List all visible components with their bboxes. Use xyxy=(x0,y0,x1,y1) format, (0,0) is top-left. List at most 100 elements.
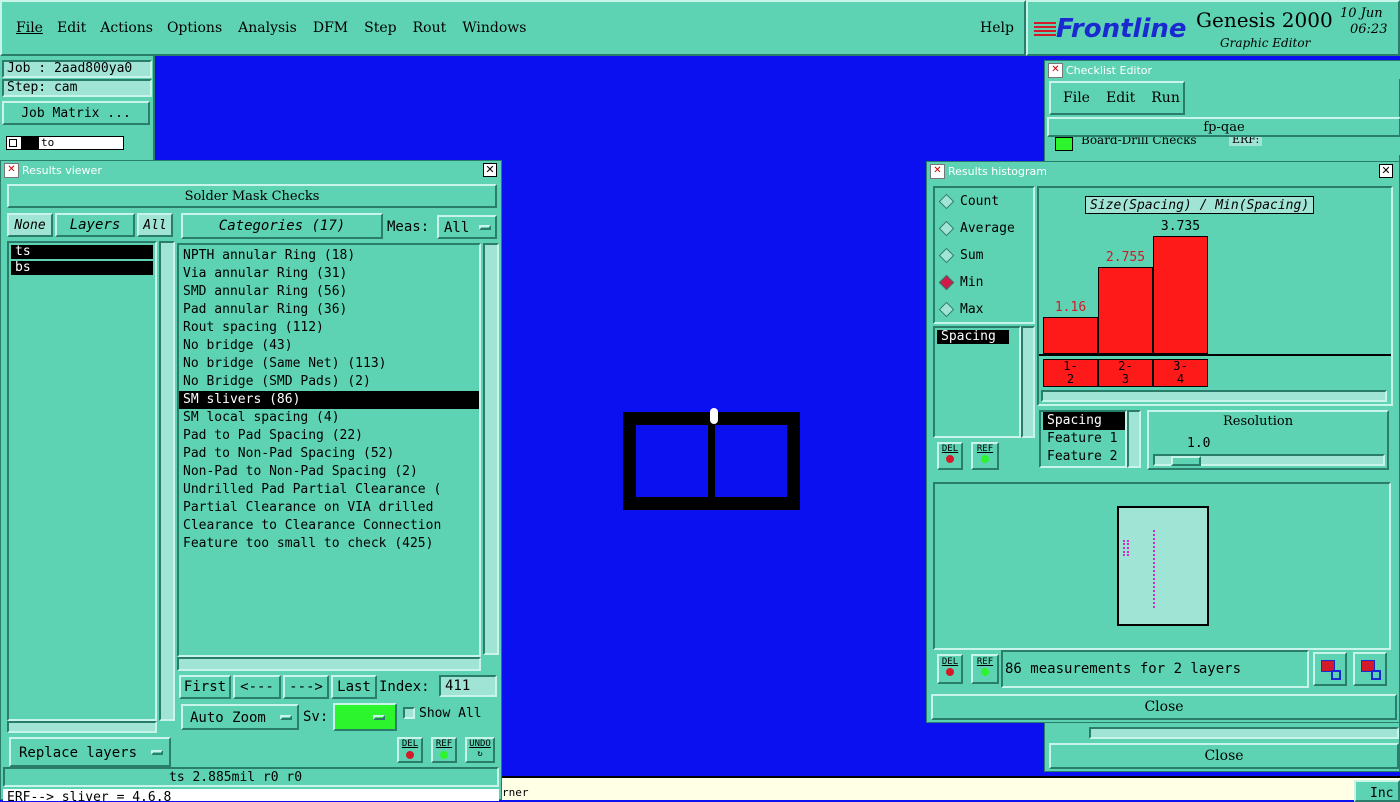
auto-zoom-select[interactable]: Auto Zoom xyxy=(181,704,299,730)
undo-icon[interactable]: UNDO ↻ xyxy=(465,737,495,763)
radio-icon[interactable] xyxy=(938,247,955,264)
prev-button[interactable]: <--- xyxy=(233,675,281,699)
menu-edit[interactable]: Edit xyxy=(57,20,86,36)
window-menu-icon[interactable]: ✕ xyxy=(1048,62,1063,78)
list-item[interactable]: Via annular Ring (31) xyxy=(179,265,479,283)
list-item[interactable]: Spacing xyxy=(1043,412,1125,430)
menu-dfm[interactable]: DFM xyxy=(313,20,348,36)
list-item[interactable]: Partial Clearance on VIA drilled xyxy=(179,499,479,517)
resolution-slider[interactable] xyxy=(1153,454,1385,466)
ref-icon[interactable]: REF xyxy=(431,737,457,763)
histogram-bar[interactable] xyxy=(1153,236,1208,354)
list-item[interactable]: Spacing xyxy=(937,330,1009,344)
menu-actions[interactable]: Actions xyxy=(100,20,153,36)
checklist-menu-file[interactable]: File xyxy=(1063,90,1090,106)
zoom-to-fit-icon[interactable] xyxy=(1313,652,1347,686)
menu-rout[interactable]: Rout xyxy=(413,20,447,36)
list-item[interactable]: bs xyxy=(11,261,153,275)
checklist-row[interactable]: Board-Drill Checks ERF: xyxy=(1051,137,1400,155)
histogram-bar[interactable] xyxy=(1043,317,1098,354)
list-item[interactable]: Feature 1 xyxy=(1043,430,1125,448)
layer-list-hscrollbar[interactable] xyxy=(7,721,157,733)
category-list[interactable]: NPTH annular Ring (18) Via annular Ring (… xyxy=(177,243,481,657)
mode-radio-min[interactable]: Min xyxy=(935,269,1033,296)
checklist-menu-edit[interactable]: Edit xyxy=(1106,90,1135,106)
next-button[interactable]: ---> xyxy=(283,675,329,699)
menu-help[interactable]: Help xyxy=(980,20,1014,36)
list-item[interactable]: No bridge (Same Net) (113) xyxy=(179,355,479,373)
slider-handle[interactable] xyxy=(1171,456,1201,466)
window-menu-icon[interactable]: ✕ xyxy=(4,162,19,178)
histogram-list-scrollbar[interactable] xyxy=(1021,326,1035,438)
del-icon[interactable]: DEL xyxy=(397,737,423,763)
checklist-close-button[interactable]: Close xyxy=(1049,743,1399,769)
mode-radio-count[interactable]: Count xyxy=(935,188,1033,215)
layer-row[interactable]: to xyxy=(6,136,124,150)
radio-icon[interactable] xyxy=(938,301,955,318)
ref-icon[interactable]: REF xyxy=(971,442,999,470)
categories-button[interactable]: Categories (17) xyxy=(181,213,383,239)
bar-category-label[interactable]: 1- 2 xyxy=(1043,359,1098,387)
menu-file[interactable]: File xyxy=(16,20,43,36)
del-icon[interactable]: DEL xyxy=(937,442,963,470)
bar-category-label[interactable]: 3- 4 xyxy=(1153,359,1208,387)
menu-options[interactable]: Options xyxy=(167,20,222,36)
axis-list[interactable]: Spacing Feature 1 Feature 2 xyxy=(1039,410,1127,468)
none-button[interactable]: None xyxy=(7,213,53,237)
list-item[interactable]: Undrilled Pad Partial Clearance ( xyxy=(179,481,479,499)
meas-select[interactable]: All xyxy=(437,215,497,239)
layer-list[interactable]: ts bs xyxy=(7,241,157,721)
checklist-hscrollbar[interactable] xyxy=(1089,727,1399,739)
menu-windows[interactable]: Windows xyxy=(462,20,526,36)
sliver-marker[interactable] xyxy=(710,408,718,424)
close-icon[interactable]: ✕ xyxy=(483,163,497,177)
histogram-close-button[interactable]: Close xyxy=(931,694,1397,720)
list-item[interactable]: SMD annular Ring (56) xyxy=(179,283,479,301)
layer-list-scrollbar[interactable] xyxy=(159,241,175,721)
list-item[interactable]: Feature 2 xyxy=(1043,448,1125,466)
del-icon[interactable]: DEL xyxy=(937,654,963,684)
layers-button[interactable]: Layers xyxy=(55,213,135,237)
sv-color-select[interactable] xyxy=(333,703,397,731)
list-item[interactable]: Pad to Non-Pad Spacing (52) xyxy=(179,445,479,463)
mode-radio-sum[interactable]: Sum xyxy=(935,242,1033,269)
radio-icon[interactable] xyxy=(938,193,955,210)
all-button[interactable]: All xyxy=(137,213,173,237)
window-menu-icon[interactable]: ✕ xyxy=(930,163,945,179)
last-button[interactable]: Last xyxy=(331,675,377,699)
axis-list-scrollbar[interactable] xyxy=(1127,410,1141,468)
list-item[interactable]: NPTH annular Ring (18) xyxy=(179,247,479,265)
menu-analysis[interactable]: Analysis xyxy=(238,20,297,36)
chart-hscrollbar[interactable] xyxy=(1041,390,1387,402)
mode-radio-average[interactable]: Average xyxy=(935,215,1033,242)
histogram-list[interactable]: Spacing xyxy=(933,326,1021,438)
list-item[interactable]: No bridge (43) xyxy=(179,337,479,355)
job-matrix-button[interactable]: Job Matrix ... xyxy=(2,101,150,125)
index-input[interactable]: 411 xyxy=(439,675,497,697)
ref-icon[interactable]: REF xyxy=(971,654,999,684)
mode-radio-max[interactable]: Max xyxy=(935,296,1033,323)
list-item[interactable]: SM local spacing (4) xyxy=(179,409,479,427)
list-item[interactable]: Non-Pad to Non-Pad Spacing (2) xyxy=(179,463,479,481)
inc-button[interactable]: Inc xyxy=(1354,780,1400,802)
list-item[interactable]: Rout spacing (112) xyxy=(179,319,479,337)
radio-icon[interactable] xyxy=(938,274,955,291)
list-item[interactable]: Feature too small to check (425) xyxy=(179,535,479,553)
radio-icon[interactable] xyxy=(938,220,955,237)
bar-category-label[interactable]: 2- 3 xyxy=(1098,359,1153,387)
list-item[interactable]: Pad to Pad Spacing (22) xyxy=(179,427,479,445)
category-list-scrollbar[interactable] xyxy=(483,243,499,655)
layer-checkbox-icon[interactable] xyxy=(9,139,17,147)
menu-step[interactable]: Step xyxy=(364,20,396,36)
checklist-menu-run[interactable]: Run xyxy=(1151,90,1180,106)
list-item[interactable]: ts xyxy=(11,245,153,259)
list-item[interactable]: Clearance to Clearance Connection xyxy=(179,517,479,535)
zoom-home-icon[interactable] xyxy=(1353,652,1387,686)
list-item[interactable]: SM slivers (86) xyxy=(179,391,479,409)
histogram-bar[interactable] xyxy=(1098,267,1153,354)
first-button[interactable]: First xyxy=(179,675,231,699)
close-icon[interactable]: ✕ xyxy=(1379,164,1393,178)
list-item[interactable]: No Bridge (SMD Pads) (2) xyxy=(179,373,479,391)
show-all-checkbox[interactable] xyxy=(403,707,415,719)
list-item[interactable]: Pad annular Ring (36) xyxy=(179,301,479,319)
